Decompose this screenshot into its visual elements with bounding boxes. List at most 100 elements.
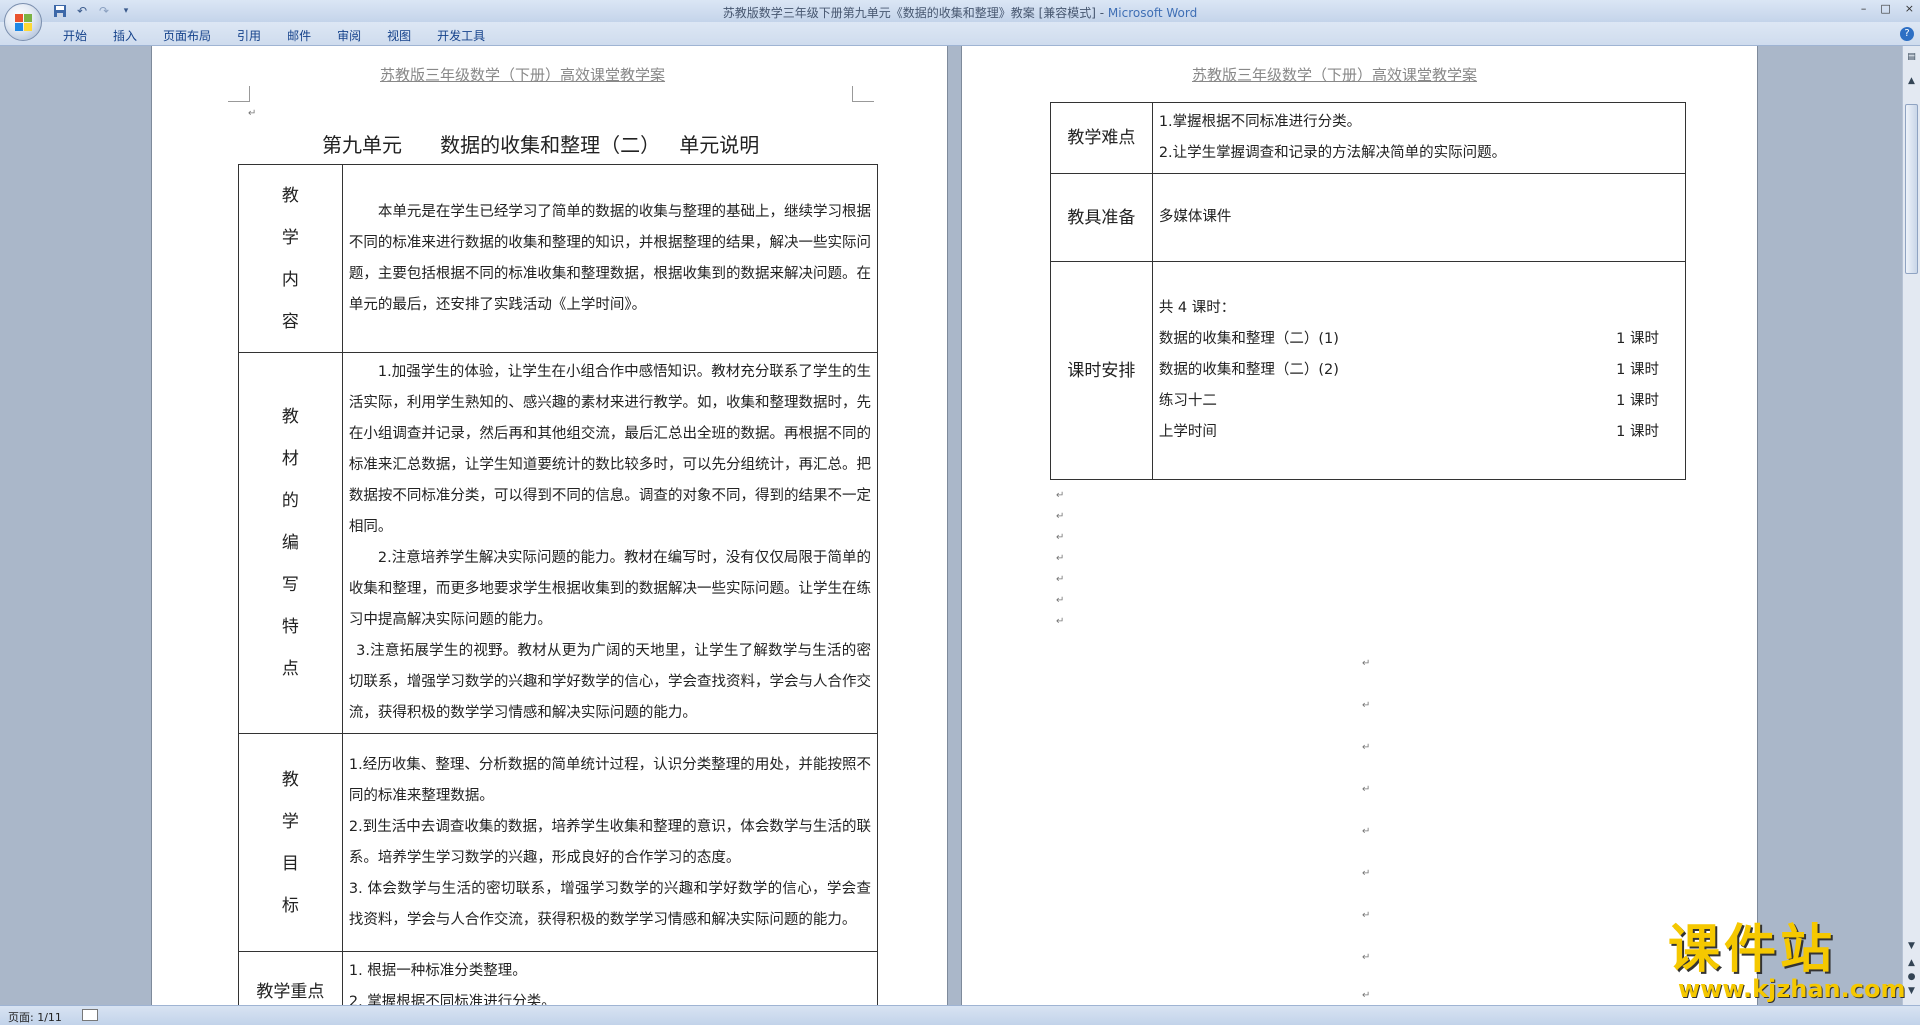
document-page-1: 苏教版三年级数学（下册）高效课堂教学案 ↵ 第九单元 数据的收集和整理（二） 单… <box>152 46 947 1005</box>
vertical-scrollbar[interactable]: ▤ ▲ ▼ ▲ ● ▼ <box>1902 46 1920 1005</box>
paragraph-mark: ↵ <box>1362 952 1371 963</box>
document-page-2: 苏教版三年级数学（下册）高效课堂教学案 教学难点 1.掌握根据不同标准进行分类。… <box>962 46 1757 1005</box>
teaching-aids-cell[interactable]: 多媒体课件 <box>1151 173 1687 262</box>
label-char: 教 <box>281 407 299 427</box>
label-char: 编 <box>281 533 299 553</box>
row-label-key-points: 教学重点 <box>238 951 343 1005</box>
paragraph-mark: ↵ <box>1362 700 1371 711</box>
table-row: 课时安排 共 4 课时： 数据的收集和整理（二）(1) 1 课时 数据的收集和整理… <box>1050 261 1687 480</box>
label-char: 目 <box>281 853 299 874</box>
paragraph-mark: ↵ <box>1056 595 1065 606</box>
tab-developer[interactable]: 开发工具 <box>424 27 498 44</box>
scrollbar-thumb[interactable] <box>1905 104 1918 274</box>
tab-view[interactable]: 视图 <box>374 27 424 44</box>
row-label-textbook-features: 教 材 的 编 写 特 点 <box>238 352 343 734</box>
page-header: 苏教版三年级数学（下册）高效课堂教学案 <box>1192 66 1478 84</box>
ruler-toggle-icon[interactable]: ▤ <box>1905 52 1918 66</box>
watermark-url: www.kjzhan.com <box>1678 975 1906 1003</box>
table-row: 教具准备 多媒体课件 <box>1050 173 1687 262</box>
document-workspace: 苏教版三年级数学（下册）高效课堂教学案 ↵ 第九单元 数据的收集和整理（二） 单… <box>0 46 1902 1005</box>
label-char: 容 <box>281 311 299 332</box>
label-char: 材 <box>281 449 299 469</box>
window-controls: – □ × <box>1861 2 1914 15</box>
margin-corner-mark <box>852 86 874 102</box>
textbook-features-cell[interactable]: 1.加强学生的体验，让学生在小组合作中感悟知识。教材充分联系了学生的生活实际，利… <box>341 352 879 734</box>
window-title: 苏教版数学三年级下册第九单元《数据的收集和整理》教案 [兼容模式] - Micr… <box>0 4 1920 21</box>
features-paragraph-3: 3.注意拓展学生的视野。教材从更为广阔的天地里，让学生了解数学与生活的密切联系，… <box>348 643 871 721</box>
paragraph-mark: ↵ <box>1056 532 1065 543</box>
row-label-teaching-aids: 教具准备 <box>1050 173 1153 262</box>
key-points-cell[interactable]: 1. 根据一种标准分类整理。 2. 掌握根据不同标准进行分类。 <box>341 951 879 1005</box>
paragraph-mark: ↵ <box>1362 990 1371 1001</box>
tab-home[interactable]: 开始 <box>50 27 100 44</box>
label-char: 教 <box>281 185 299 206</box>
label-char: 学 <box>281 227 299 248</box>
paragraph-mark: ↵ <box>1362 826 1371 837</box>
teaching-content-cell[interactable]: 本单元是在学生已经学习了简单的数据的收集与整理的基础上，继续学习根据不同的标准来… <box>341 164 879 353</box>
label-char: 的 <box>281 491 299 511</box>
difficulty-1: 1.掌握根据不同标准进行分类。 <box>1158 114 1362 130</box>
paragraph-mark: ↵ <box>1056 490 1065 501</box>
label-char: 学 <box>281 811 299 832</box>
minimize-button[interactable]: – <box>1861 2 1867 15</box>
table-row: 教 学 内 容 本单元是在学生已经学习了简单的数据的收集与整理的基础上，继续学习… <box>238 164 879 353</box>
label-char: 写 <box>281 575 299 595</box>
unit-description-table: 教 学 内 容 本单元是在学生已经学习了简单的数据的收集与整理的基础上，继续学习… <box>238 164 879 1005</box>
tab-insert[interactable]: 插入 <box>100 27 150 44</box>
page-header: 苏教版三年级数学（下册）高效课堂教学案 <box>380 66 666 84</box>
schedule-item-name: 上学时间 <box>1158 424 1217 440</box>
schedule-item-hours: 1 课时 <box>1616 362 1659 378</box>
goals-paragraph-2: 2.到生活中去调查收集的数据，培养学生收集和整理的意识，体会数学与生活的联系。培… <box>348 818 871 866</box>
paragraph-mark: ↵ <box>1362 868 1371 879</box>
watermark-title: 课件站 <box>1668 920 1837 980</box>
paragraph-mark: ↵ <box>1056 574 1065 585</box>
schedule-item-name: 数据的收集和整理（二）(1) <box>1158 331 1339 347</box>
schedule-item-hours: 1 课时 <box>1616 393 1659 409</box>
difficulty-2: 2.让学生掌握调查和记录的方法解决简单的实际问题。 <box>1158 145 1507 161</box>
features-paragraph-1: 1.加强学生的体验，让学生在小组合作中感悟知识。教材充分联系了学生的生活实际，利… <box>348 364 871 535</box>
table-row: 教 材 的 编 写 特 点 1.加强学生的体验，让学生在小组合作中感悟知识。教材… <box>238 352 879 734</box>
key-points-2: 2. 掌握根据不同标准进行分类。 <box>348 994 556 1005</box>
watermark-logo: 课件站 www.kjzhan.com <box>1668 922 1908 1002</box>
goals-paragraph-1: 1.经历收集、整理、分析数据的简单统计过程，认识分类整理的用处，并能按照不同的标… <box>348 756 871 804</box>
page-count[interactable]: 页面: 1/11 <box>8 1009 62 1025</box>
scroll-up-arrow-icon[interactable]: ▲ <box>1905 76 1918 90</box>
schedule-item-name: 练习十二 <box>1158 393 1217 409</box>
table-row: 教学难点 1.掌握根据不同标准进行分类。 2.让学生掌握调查和记录的方法解决简单… <box>1050 102 1687 174</box>
margin-corner-mark <box>228 86 250 102</box>
title-bar: ↶ ↷ ▾ 苏教版数学三年级下册第九单元《数据的收集和整理》教案 [兼容模式] … <box>0 0 1920 22</box>
ribbon-tabs: 开始 插入 页面布局 引用 邮件 审阅 视图 开发工具 <box>50 27 498 44</box>
proofing-icon[interactable] <box>82 1009 98 1021</box>
paragraph-mark: ↵ <box>248 108 257 119</box>
row-label-schedule: 课时安排 <box>1050 261 1153 480</box>
teaching-aids-text: 多媒体课件 <box>1158 209 1232 225</box>
ribbon-tabs-bar: 开始 插入 页面布局 引用 邮件 审阅 视图 开发工具 ? <box>0 22 1920 46</box>
key-points-1: 1. 根据一种标准分类整理。 <box>348 963 527 979</box>
maximize-button[interactable]: □ <box>1880 2 1890 15</box>
schedule-item-hours: 1 课时 <box>1616 331 1659 347</box>
features-paragraph-2: 2.注意培养学生解决实际问题的能力。教材在编写时，没有仅仅局限于简单的收集和整理… <box>348 550 871 628</box>
tab-references[interactable]: 引用 <box>224 27 274 44</box>
paragraph-mark: ↵ <box>1056 553 1065 564</box>
label-char: 点 <box>281 659 299 679</box>
row-label-difficulty: 教学难点 <box>1050 102 1153 174</box>
schedule-item-name: 数据的收集和整理（二）(2) <box>1158 362 1339 378</box>
paragraph-mark: ↵ <box>1362 658 1371 669</box>
close-button[interactable]: × <box>1905 2 1914 15</box>
office-logo-icon <box>15 14 33 32</box>
label-char: 内 <box>281 269 299 290</box>
difficulty-cell[interactable]: 1.掌握根据不同标准进行分类。 2.让学生掌握调查和记录的方法解决简单的实际问题… <box>1151 102 1687 174</box>
schedule-item: 数据的收集和整理（二）(1) 1 课时 <box>1159 324 1679 355</box>
tab-mailings[interactable]: 邮件 <box>274 27 324 44</box>
status-bar: 页面: 1/11 <box>0 1005 1920 1025</box>
table-row: 教学重点 1. 根据一种标准分类整理。 2. 掌握根据不同标准进行分类。 <box>238 951 879 1005</box>
row-label-teaching-goals: 教 学 目 标 <box>238 733 343 952</box>
tab-review[interactable]: 审阅 <box>324 27 374 44</box>
schedule-cell[interactable]: 共 4 课时： 数据的收集和整理（二）(1) 1 课时 数据的收集和整理（二）(2… <box>1151 261 1687 480</box>
paragraph-mark: ↵ <box>1056 511 1065 522</box>
teaching-goals-cell[interactable]: 1.经历收集、整理、分析数据的简单统计过程，认识分类整理的用处，并能按照不同的标… <box>341 733 879 952</box>
office-button[interactable] <box>4 3 42 41</box>
schedule-total: 共 4 课时： <box>1158 300 1236 316</box>
help-icon[interactable]: ? <box>1900 27 1914 41</box>
tab-page-layout[interactable]: 页面布局 <box>150 27 224 44</box>
